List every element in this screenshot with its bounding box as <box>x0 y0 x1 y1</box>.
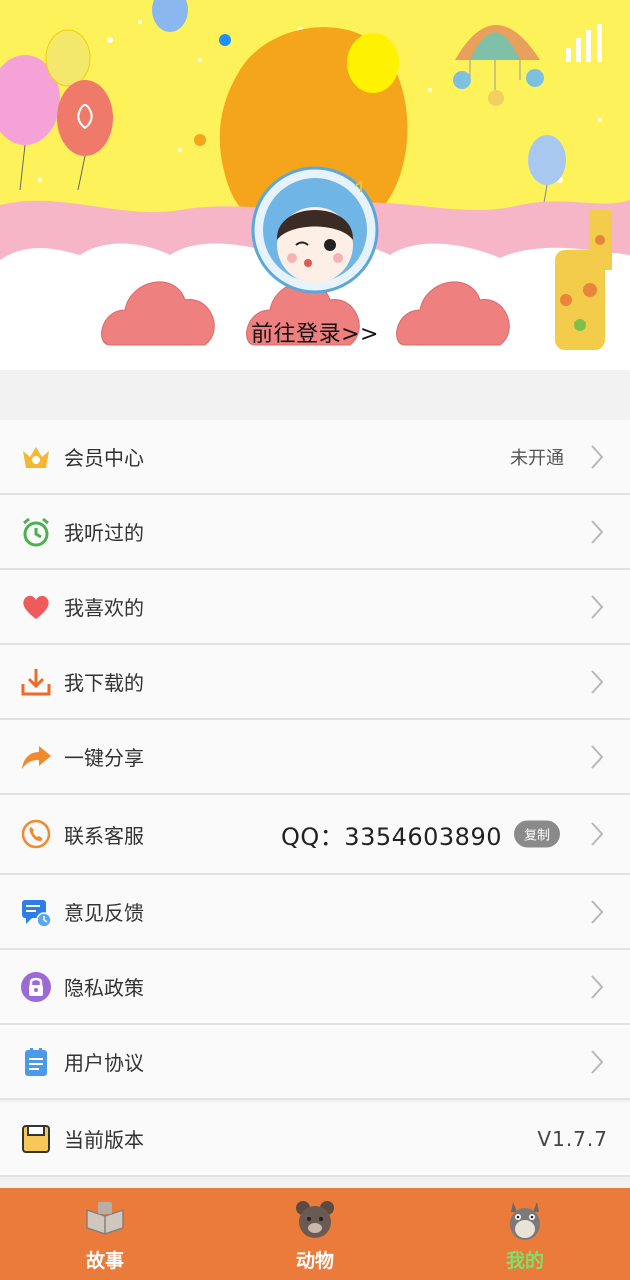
tab-label: 故事 <box>85 1250 124 1272</box>
chevron-right-icon <box>591 444 604 469</box>
save-disk-icon <box>22 1124 50 1153</box>
qq-number-text: QQ：3354603890 <box>281 822 502 851</box>
menu-item-share[interactable]: 一键分享 <box>0 720 630 795</box>
heart-icon <box>23 595 49 619</box>
totoro-icon <box>510 1202 540 1240</box>
child-avatar-icon <box>251 166 379 294</box>
menu-item-label: 我下载的 <box>64 671 144 695</box>
menu-item-current-version[interactable]: 当前版本 V1.7.7 <box>0 1102 630 1177</box>
menu-item-label: 当前版本 <box>64 1128 144 1152</box>
copy-button[interactable]: 复制 <box>513 820 560 848</box>
login-prompt-link[interactable]: 前往登录>> <box>0 316 630 348</box>
menu-item-label: 会员中心 <box>64 446 144 470</box>
section-gap <box>0 370 630 404</box>
tab-mine[interactable]: 我的 <box>420 1188 630 1280</box>
menu-item-downloads[interactable]: 我下载的 <box>0 645 630 720</box>
menu-item-label: 隐私政策 <box>64 976 144 1000</box>
bottom-tab-bar: 故事 动物 我的 <box>0 1188 630 1280</box>
menu-item-label: 我喜欢的 <box>64 596 144 620</box>
profile-menu-list: 会员中心 未开通 我听过的 我喜欢的 我下载的 一键分享 联系客服 QQ：335… <box>0 420 630 1177</box>
menu-item-privacy-policy[interactable]: 隐私政策 <box>0 950 630 1025</box>
lock-icon <box>21 971 51 1002</box>
download-icon <box>21 668 51 695</box>
feedback-icon <box>22 899 52 928</box>
menu-item-label: 我听过的 <box>64 521 144 545</box>
menu-item-user-agreement[interactable]: 用户协议 <box>0 1025 630 1100</box>
menu-item-contact-service[interactable]: 联系客服 QQ：3354603890 复制 <box>0 795 630 875</box>
chevron-right-icon <box>591 669 604 694</box>
menu-item-label: 意见反馈 <box>64 901 144 925</box>
tab-animals[interactable]: 动物 <box>210 1188 420 1280</box>
member-status-text: 未开通 <box>510 447 564 469</box>
menu-item-history[interactable]: 我听过的 <box>0 495 630 570</box>
menu-item-label: 一键分享 <box>64 746 144 770</box>
chevron-right-icon <box>591 744 604 769</box>
share-arrow-icon <box>22 745 51 769</box>
login-prompt-label[interactable]: 前往登录>> <box>249 322 381 347</box>
version-text: V1.7.7 <box>537 1126 608 1151</box>
menu-item-member-center[interactable]: 会员中心 未开通 <box>0 420 630 495</box>
menu-item-favorites[interactable]: 我喜欢的 <box>0 570 630 645</box>
chevron-right-icon <box>591 594 604 619</box>
menu-item-label: 用户协议 <box>64 1051 144 1075</box>
menu-item-label: 联系客服 <box>64 823 144 848</box>
tab-label: 动物 <box>295 1250 334 1272</box>
profile-banner: 前往登录>> <box>0 0 630 370</box>
document-icon <box>25 1047 47 1076</box>
alarm-clock-icon <box>23 517 49 546</box>
banner-illustration <box>0 0 630 370</box>
chevron-right-icon <box>591 822 604 846</box>
crown-icon <box>23 446 49 468</box>
phone-icon <box>21 819 51 849</box>
tab-stories[interactable]: 故事 <box>0 1188 210 1280</box>
book-icon <box>86 1202 124 1235</box>
bear-icon <box>296 1201 334 1238</box>
chevron-right-icon <box>591 1049 604 1074</box>
chevron-right-icon <box>591 519 604 544</box>
chevron-right-icon <box>591 899 604 924</box>
tab-label: 我的 <box>505 1250 544 1272</box>
menu-item-feedback[interactable]: 意见反馈 <box>0 875 630 950</box>
chevron-right-icon <box>591 974 604 999</box>
